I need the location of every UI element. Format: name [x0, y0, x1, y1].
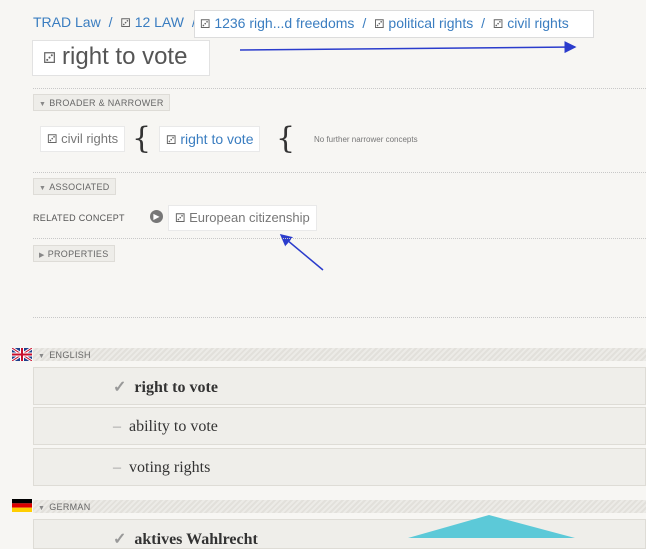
overlay-shape — [408, 515, 575, 538]
